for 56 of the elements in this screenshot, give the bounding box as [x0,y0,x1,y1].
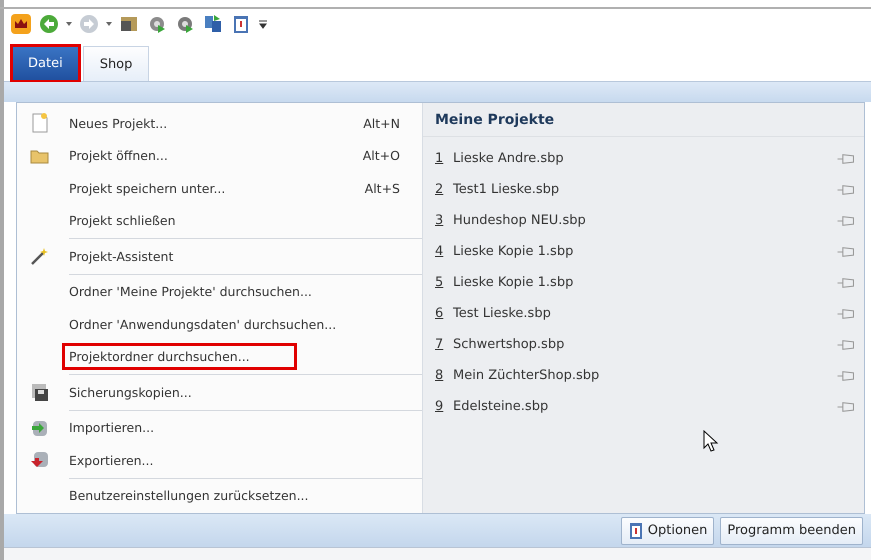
item-number: 4 [435,244,444,259]
recent-project-link[interactable]: Mein ZüchterShop.sbp [453,368,600,383]
recent-project-link[interactable]: Test1 Lieske.sbp [453,182,560,197]
menu-item[interactable]: Neues Projekt... [65,112,172,134]
recent-project-link[interactable]: Lieske Kopie 1.sbp [453,275,574,290]
mouse-cursor-icon [703,430,719,454]
crown-icon [10,13,32,35]
item-number: 6 [435,306,444,321]
item-number: 7 [435,337,444,352]
shortcut-label: Alt+S [364,180,400,196]
item-number: 5 [435,275,444,290]
footer-button[interactable]: Programm beenden [720,516,863,544]
item-number: 8 [435,368,444,383]
menu-item[interactable]: Importieren... [65,417,158,438]
shortcut-label: Alt+O [362,148,400,164]
dropdown-caret-icon[interactable] [66,22,72,26]
customize-toolbar-icon[interactable] [258,18,268,30]
recent-project-link[interactable]: Schwertshop.sbp [453,337,564,352]
menu-item[interactable]: Benutzereinstellungen zurücksetzen... [65,485,312,506]
menu-item[interactable]: Exportieren... [65,450,158,471]
recent-project-link[interactable]: Edelsteine.sbp [453,399,548,414]
pin-icon[interactable] [837,154,854,164]
item-number: 9 [435,399,444,414]
pin-icon[interactable] [837,216,854,226]
shortcut-label: Alt+N [363,116,400,131]
menu-item[interactable]: Projekt speichern unter... [65,178,230,199]
recent-project-link[interactable]: Lieske Kopie 1.sbp [453,244,574,259]
recent-projects-title: Meine Projekte [423,103,864,137]
pin-icon[interactable] [837,278,854,288]
forward-icon [78,13,100,35]
recent-project-link[interactable]: Lieske Andre.sbp [453,151,564,166]
ribbon-tab[interactable]: Shop [82,46,150,81]
menu-item[interactable]: Ordner 'Anwendungsdaten' durchsuchen... [65,314,340,335]
recent-project-link[interactable]: Hundeshop NEU.sbp [453,213,586,228]
pin-icon[interactable] [837,370,854,380]
item-number: 2 [435,182,444,197]
menu-item[interactable]: Projekt öffnen... [65,145,172,166]
pin-icon[interactable] [837,340,854,350]
dropdown-caret-icon[interactable] [106,22,112,26]
menu-item[interactable]: Sicherungskopien... [65,382,196,403]
pin-icon[interactable] [837,402,854,412]
menu-item[interactable]: Projekt-Assistent [65,246,178,267]
menu-item[interactable]: Ordner 'Meine Projekte' durchsuchen... [65,281,316,302]
menu-item[interactable]: Projekt schließen [65,210,180,232]
floppy-disk-icon [29,381,51,404]
footer-button[interactable]: Optionen [620,516,714,544]
item-number: 3 [435,213,444,228]
pin-icon[interactable] [837,184,854,194]
pin-icon[interactable] [837,308,854,318]
ribbon-tab[interactable]: Datei [12,46,79,81]
item-number: 1 [435,151,444,166]
clipboard-icon [628,522,644,540]
pin-icon[interactable] [837,246,854,256]
back-icon [38,13,60,35]
recent-project-link[interactable]: Test Lieske.sbp [453,306,551,321]
menu-item[interactable]: Projektordner durchsuchen... [65,346,294,368]
